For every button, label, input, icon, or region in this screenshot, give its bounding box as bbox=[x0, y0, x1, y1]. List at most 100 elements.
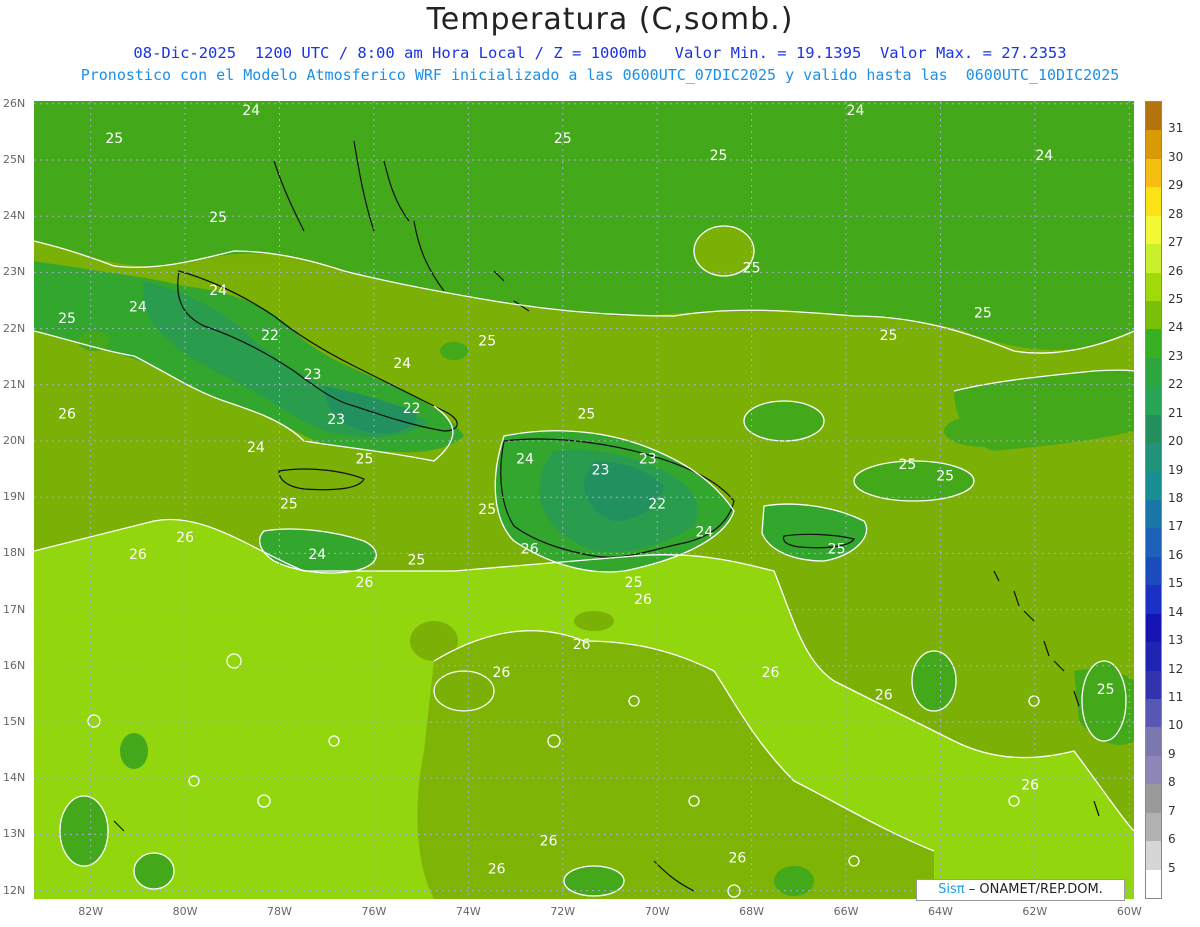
colorbar-swatch bbox=[1146, 414, 1161, 444]
contour-label: 24 bbox=[393, 356, 411, 372]
colorbar-level-label: 27 bbox=[1168, 235, 1184, 250]
contour-label: 25 bbox=[880, 328, 898, 344]
latitude-tick-label: 14N bbox=[3, 771, 26, 785]
colorbar-swatch bbox=[1146, 187, 1161, 217]
colorbar-swatch bbox=[1146, 841, 1161, 871]
colorbar-swatch bbox=[1146, 699, 1161, 728]
colorbar-swatch bbox=[1146, 244, 1161, 274]
contour-label: 26 bbox=[729, 850, 747, 866]
colorbar-swatch bbox=[1146, 215, 1161, 245]
colorbar-swatch bbox=[1146, 642, 1161, 672]
longitude-tick-label: 80W bbox=[172, 905, 198, 918]
colorbar-level-label: 15 bbox=[1168, 576, 1184, 591]
colorbar-swatch bbox=[1146, 102, 1161, 131]
longitude-tick-label: 66W bbox=[833, 905, 859, 918]
contour-label: 25 bbox=[974, 305, 992, 321]
contour-label: 24 bbox=[209, 283, 227, 299]
map-subtitle-run-info: 08-Dic-2025 1200 UTC / 8:00 am Hora Loca… bbox=[133, 44, 1067, 62]
colorbar-swatch bbox=[1146, 869, 1161, 899]
colorbar-level-label: 25 bbox=[1168, 292, 1184, 306]
colorbar-level-label: 29 bbox=[1168, 178, 1184, 193]
longitude-tick-label: 64W bbox=[928, 905, 953, 918]
colorbar-level-label: 5 bbox=[1168, 860, 1176, 875]
contour-label: 23 bbox=[639, 451, 657, 467]
contour-label: 24 bbox=[847, 103, 865, 119]
colorbar-level-label: 12 bbox=[1168, 661, 1184, 676]
colorbar-level-label: 21 bbox=[1168, 405, 1184, 420]
map-title: Temperatura (C,somb.) bbox=[426, 2, 794, 37]
map-subtitle-forecast-info: Pronostico con el Modelo Atmosferico WRF… bbox=[80, 66, 1120, 84]
colorbar-swatch bbox=[1146, 272, 1161, 302]
longitude-tick-label: 78W bbox=[267, 905, 292, 918]
colorbar-swatch bbox=[1146, 301, 1161, 330]
colorbar-swatch bbox=[1146, 556, 1161, 586]
colorbar-level-label: 18 bbox=[1168, 491, 1184, 505]
contour-label: 26 bbox=[176, 530, 194, 546]
colorbar-level-label: 19 bbox=[1168, 462, 1184, 477]
contour-label: 25 bbox=[105, 131, 123, 147]
longitude-tick-label: 74W bbox=[455, 905, 481, 918]
contour-label: 25 bbox=[1097, 682, 1115, 698]
longitude-tick-label: 72W bbox=[550, 905, 576, 918]
colorbar-swatch bbox=[1146, 386, 1161, 416]
latitude-tick-label: 13N bbox=[3, 827, 26, 841]
latitude-tick-label: 23N bbox=[3, 265, 26, 279]
temperature-map: 24 25 25 24 24 25 22 23 24 25 22 23 24 25 26 25 25 25 24 24… bbox=[34, 101, 1134, 899]
contour-label: 25 bbox=[280, 496, 298, 512]
colorbar-level-label: 26 bbox=[1168, 263, 1184, 278]
map-canvas: 2425252424252223242522232425262525252424… bbox=[34, 101, 1134, 899]
contour-label: 25 bbox=[478, 502, 496, 518]
contour-label: 26 bbox=[1021, 777, 1039, 793]
longitude-tick-label: 70W bbox=[644, 905, 670, 918]
contour-label: 26 bbox=[129, 547, 147, 563]
latitude-tick-label: 17N bbox=[3, 602, 26, 616]
contour-label: 24 bbox=[695, 525, 713, 541]
contour-label: 25 bbox=[554, 131, 572, 147]
credit-text: – ONAMET/REP.DOM. bbox=[968, 882, 1103, 897]
latitude-tick-label: 18N bbox=[3, 546, 26, 560]
contour-label: 26 bbox=[634, 592, 652, 608]
colorbar-level-label: 11 bbox=[1168, 690, 1184, 704]
colorbar-legend bbox=[1145, 101, 1162, 899]
latitude-tick-label: 21N bbox=[3, 377, 26, 391]
contour-label: 24 bbox=[242, 103, 260, 119]
contour-label: 24 bbox=[1035, 148, 1053, 164]
latitude-tick-label: 22N bbox=[3, 321, 26, 335]
colorbar-level-label: 23 bbox=[1168, 348, 1184, 363]
colorbar-swatch bbox=[1146, 357, 1161, 387]
contour-label: 25 bbox=[407, 553, 425, 569]
longitude-tick-label: 82W bbox=[78, 905, 104, 918]
longitude-tick-label: 60W bbox=[1116, 905, 1142, 918]
colorbar-level-label: 22 bbox=[1168, 377, 1184, 392]
contour-label: 25 bbox=[209, 210, 227, 226]
latitude-tick-label: 20N bbox=[3, 433, 26, 447]
colorbar-swatch bbox=[1146, 443, 1161, 473]
contour-label: 26 bbox=[492, 665, 510, 681]
contour-label: 25 bbox=[625, 575, 643, 591]
latitude-tick-label: 12N bbox=[3, 883, 26, 897]
contour-label: 26 bbox=[762, 665, 780, 681]
contour-label: 23 bbox=[327, 412, 345, 428]
colorbar-level-label: 24 bbox=[1168, 320, 1184, 335]
latitude-tick-label: 26N bbox=[3, 96, 26, 110]
contour-label: 25 bbox=[710, 148, 728, 164]
contour-label: 22 bbox=[648, 496, 666, 512]
colorbar-swatch bbox=[1146, 613, 1161, 643]
colorbar-level-label: 14 bbox=[1168, 604, 1184, 619]
colorbar-level-label: 20 bbox=[1168, 434, 1184, 449]
colorbar-level-label: 9 bbox=[1168, 746, 1176, 761]
contour-label: 22 bbox=[261, 328, 279, 344]
contour-label: 25 bbox=[898, 457, 916, 473]
latitude-tick-label: 25N bbox=[3, 153, 26, 166]
latitude-tick-label: 19N bbox=[3, 490, 26, 504]
latitude-tick-label: 15N bbox=[3, 714, 26, 728]
contour-label: 24 bbox=[516, 451, 534, 467]
contour-label: 25 bbox=[936, 468, 954, 484]
colorbar-level-label: 10 bbox=[1168, 718, 1184, 733]
colorbar-swatch bbox=[1146, 670, 1161, 700]
contour-label: 25 bbox=[743, 260, 761, 276]
latitude-tick-label: 16N bbox=[3, 658, 26, 672]
contour-label: 22 bbox=[403, 401, 421, 417]
colorbar-level-label: 30 bbox=[1168, 149, 1184, 164]
contour-label: 26 bbox=[488, 862, 506, 878]
